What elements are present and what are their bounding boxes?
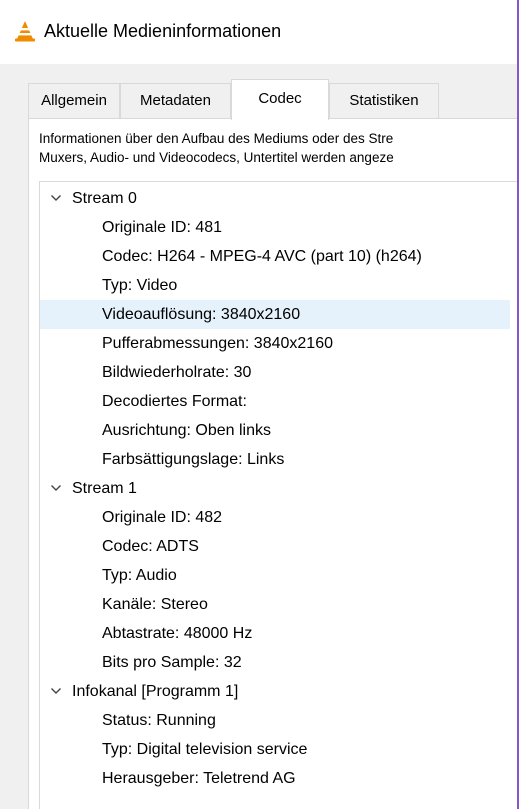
tab-metadaten[interactable]: Metadaten (120, 83, 231, 118)
tab-allgemein[interactable]: Allgemein (28, 83, 120, 118)
description-line: Informationen über den Aufbau des Medium… (39, 131, 394, 146)
tree-item-label: Typ: Digital television service (102, 741, 308, 758)
tree-item[interactable]: Status: Running (40, 706, 510, 735)
tree-item[interactable]: Bildwiederholrate: 30 (40, 358, 510, 387)
tree-item-label: Farbsättigungslage: Links (102, 451, 285, 468)
tree-item[interactable]: Videoauflösung: 3840x2160 (40, 300, 510, 329)
chevron-down-icon[interactable] (50, 193, 62, 203)
tree-node-label: Stream 0 (72, 190, 137, 207)
tree-item[interactable]: Kanäle: Stereo (40, 590, 510, 619)
tree-node[interactable]: Stream 1 (40, 474, 510, 503)
codec-tree[interactable]: Stream 0 Originale ID: 481 Codec: H264 - M… (39, 181, 517, 809)
tree-item[interactable]: Typ: Video (40, 271, 510, 300)
chevron-down-icon[interactable] (50, 483, 62, 493)
tree-item[interactable]: Pufferabmessungen: 3840x2160 (40, 329, 510, 358)
tree-node-label: Infokanal [Programm 1] (72, 683, 239, 700)
tree-node[interactable]: Stream 0 (40, 184, 510, 213)
tab-codec[interactable]: Codec (231, 79, 329, 120)
media-info-window: Aktuelle Medieninformationen Allgemein M… (0, 0, 519, 809)
vlc-cone-icon (14, 20, 36, 42)
tree-item[interactable]: Bits pro Sample: 32 (40, 648, 510, 677)
tree-item-label: Decodiertes Format: (102, 393, 247, 410)
tree-node[interactable]: Infokanal [Programm 1] (40, 677, 510, 706)
tree-item[interactable]: Typ: Digital television service (40, 735, 510, 764)
tree-item-label: Codec: ADTS (102, 538, 199, 555)
tree-item[interactable]: Ausrichtung: Oben links (40, 416, 510, 445)
tree-item[interactable]: Decodiertes Format: (40, 387, 510, 416)
tree-item[interactable]: Codec: ADTS (40, 532, 510, 561)
tree-item-label: Typ: Video (102, 277, 178, 294)
tree-item-label: Codec: H264 - MPEG-4 AVC (part 10) (h264… (102, 248, 422, 265)
tree-item-label: Abtastrate: 48000 Hz (102, 625, 253, 642)
tree-item[interactable]: Originale ID: 482 (40, 503, 510, 532)
description-line: Muxers, Audio- und Videocodecs, Untertit… (39, 150, 394, 165)
tree-item-label: Status: Running (102, 712, 216, 729)
tree-item[interactable]: Codec: H264 - MPEG-4 AVC (part 10) (h264… (40, 242, 510, 271)
tree-item-label: Pufferabmessungen: 3840x2160 (102, 335, 333, 352)
codec-panel: Informationen über den Aufbau des Medium… (28, 118, 517, 809)
tree-item-label: Ausrichtung: Oben links (102, 422, 271, 439)
tab-statistiken[interactable]: Statistiken (329, 83, 439, 118)
tree-item[interactable]: Herausgeber: Teletrend AG (40, 764, 510, 793)
dialog-client-area: Allgemein Metadaten Codec Statistiken In… (0, 64, 517, 809)
tree-item[interactable]: Farbsättigungslage: Links (40, 445, 510, 474)
tree-item-label: Originale ID: 482 (102, 509, 223, 526)
tree-item[interactable]: Originale ID: 481 (40, 213, 510, 242)
tree-node-label: Stream 1 (72, 480, 137, 497)
codec-description: Informationen über den Aufbau des Medium… (39, 129, 509, 167)
tree-item[interactable]: Typ: Audio (40, 561, 510, 590)
tree-item-label: Bildwiederholrate: 30 (102, 364, 252, 381)
tree-item-label: Herausgeber: Teletrend AG (102, 770, 296, 787)
chevron-down-icon[interactable] (50, 686, 62, 696)
window-title: Aktuelle Medieninformationen (44, 21, 282, 41)
tree-item-label: Bits pro Sample: 32 (102, 654, 242, 671)
tree-item-label: Videoauflösung: 3840x2160 (102, 306, 301, 323)
title-bar[interactable]: Aktuelle Medieninformationen (0, 0, 517, 64)
tree-item-label: Kanäle: Stereo (102, 596, 208, 613)
tree-item[interactable]: Abtastrate: 48000 Hz (40, 619, 510, 648)
tree-item-label: Typ: Audio (102, 567, 177, 584)
tree-item-label: Originale ID: 481 (102, 219, 223, 236)
